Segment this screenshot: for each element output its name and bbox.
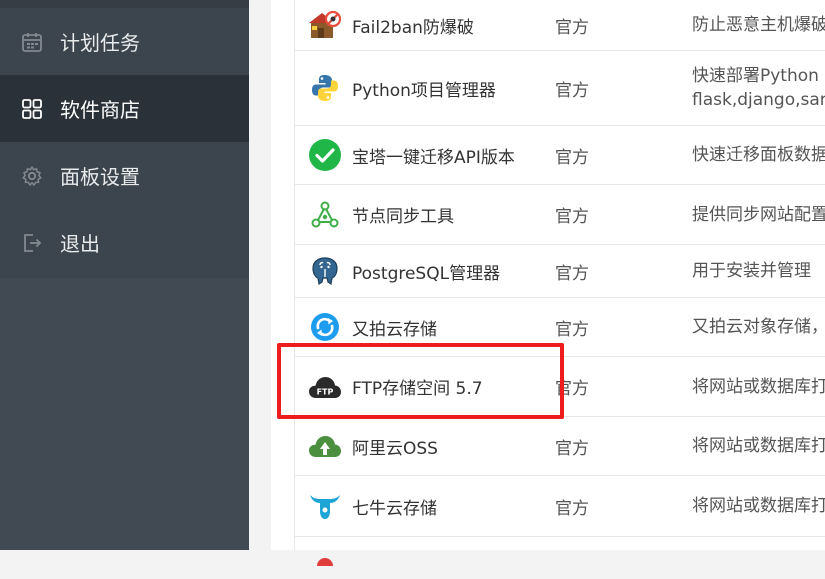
plugin-type: 官方 — [555, 17, 589, 38]
table-row[interactable]: Python项目管理器 官方 快速部署Python flask,django,s… — [295, 51, 825, 126]
table-row[interactable]: 又拍云存储 官方 又拍云对象存储， — [295, 298, 825, 357]
sidebar-item-label: 面板设置 — [60, 165, 140, 189]
plugin-name: PostgreSQL管理器 — [352, 263, 501, 284]
upyun-icon — [307, 309, 343, 345]
python-icon — [307, 70, 343, 106]
plugin-type: 官方 — [555, 80, 589, 101]
svg-text:FTP: FTP — [317, 387, 334, 396]
table-row[interactable]: FTP FTP存储空间 5.7 官方 将网站或数据库打 — [295, 357, 825, 417]
sidebar-item-logout[interactable]: 退出 — [0, 209, 249, 276]
qiniu-icon — [307, 488, 343, 524]
logout-icon — [20, 231, 44, 255]
plugin-name: Python项目管理器 — [352, 80, 496, 101]
plugin-type: 官方 — [555, 498, 589, 519]
sidebar-top-strip — [0, 0, 249, 8]
plugin-name: Fail2ban防爆破 — [352, 17, 474, 38]
sidebar-item-label: 退出 — [60, 232, 100, 256]
plugin-description: 提供同步网站配置 — [692, 204, 825, 225]
plugin-description: 用于安装并管理 — [692, 261, 811, 281]
plugin-description: 将网站或数据库打 — [692, 376, 825, 397]
sidebar-item-panel-settings[interactable]: 面板设置 — [0, 142, 249, 209]
plugin-name: 宝塔一键迁移API版本 — [352, 147, 515, 168]
plugin-description: 将网站或数据库打 — [692, 436, 825, 456]
fail2ban-icon — [307, 7, 343, 43]
aliyun-oss-icon — [307, 428, 343, 464]
table-row[interactable]: Fail2ban防爆破 官方 防止恶意主机爆破 — [295, 0, 825, 51]
plugin-description: 快速迁移面板数据 — [692, 145, 825, 165]
plugin-name: 阿里云OSS — [352, 438, 438, 459]
plugin-type: 官方 — [555, 207, 589, 227]
plugin-description: 又拍云对象存储， — [692, 317, 825, 337]
table-row[interactable] — [295, 537, 825, 566]
sidebar-item-cron[interactable]: 计划任务 — [0, 8, 249, 75]
plugin-name: 节点同步工具 — [352, 207, 454, 227]
plugin-name: 七牛云存储 — [352, 498, 437, 519]
sidebar: 计划任务 软件商店 面板设置 退出 — [0, 0, 249, 550]
plugin-type: 官方 — [555, 263, 589, 284]
plugin-type: 官方 — [555, 379, 589, 399]
content-gutter — [249, 0, 271, 550]
check-circle-icon — [307, 137, 343, 173]
node-sync-icon — [307, 197, 343, 233]
plugin-description: 防止恶意主机爆破 — [692, 15, 825, 35]
calendar-icon — [20, 30, 44, 54]
plugin-type: 官方 — [555, 147, 589, 168]
table-row[interactable]: 节点同步工具 官方 提供同步网站配置 — [295, 185, 825, 245]
sidebar-item-software-store[interactable]: 软件商店 — [0, 75, 249, 142]
plugin-table: Fail2ban防爆破 官方 防止恶意主机爆破 Python项目管理器 官方 快… — [294, 0, 825, 566]
sidebar-item-label: 软件商店 — [60, 98, 140, 122]
apps-grid-icon — [20, 97, 44, 121]
plugin-type: 官方 — [555, 319, 589, 340]
sidebar-empty-area — [0, 278, 249, 550]
software-list-panel: Fail2ban防爆破 官方 防止恶意主机爆破 Python项目管理器 官方 快… — [271, 0, 825, 566]
plugin-description-line1: 快速部署Python — [692, 66, 819, 86]
gear-icon — [20, 164, 44, 188]
plugin-description-line2: flask,django,sar — [692, 90, 825, 110]
plugin-type: 官方 — [555, 438, 589, 459]
table-row[interactable]: 阿里云OSS 官方 将网站或数据库打 — [295, 417, 825, 476]
table-row[interactable]: 七牛云存储 官方 将网站或数据库打 — [295, 476, 825, 537]
sidebar-item-label: 计划任务 — [60, 31, 140, 55]
postgresql-icon — [307, 253, 343, 289]
plugin-description: 将网站或数据库打 — [692, 496, 825, 516]
table-row[interactable]: PostgreSQL管理器 官方 用于安装并管理 — [295, 245, 825, 298]
table-row[interactable]: 宝塔一键迁移API版本 官方 快速迁移面板数据 — [295, 126, 825, 185]
ftp-cloud-icon: FTP — [307, 369, 343, 405]
partial-plugin-icon — [307, 543, 343, 579]
plugin-name: 又拍云存储 — [352, 319, 437, 340]
plugin-description: 快速部署Python flask,django,sar — [692, 64, 825, 112]
plugin-name: FTP存储空间 5.7 — [352, 379, 483, 399]
